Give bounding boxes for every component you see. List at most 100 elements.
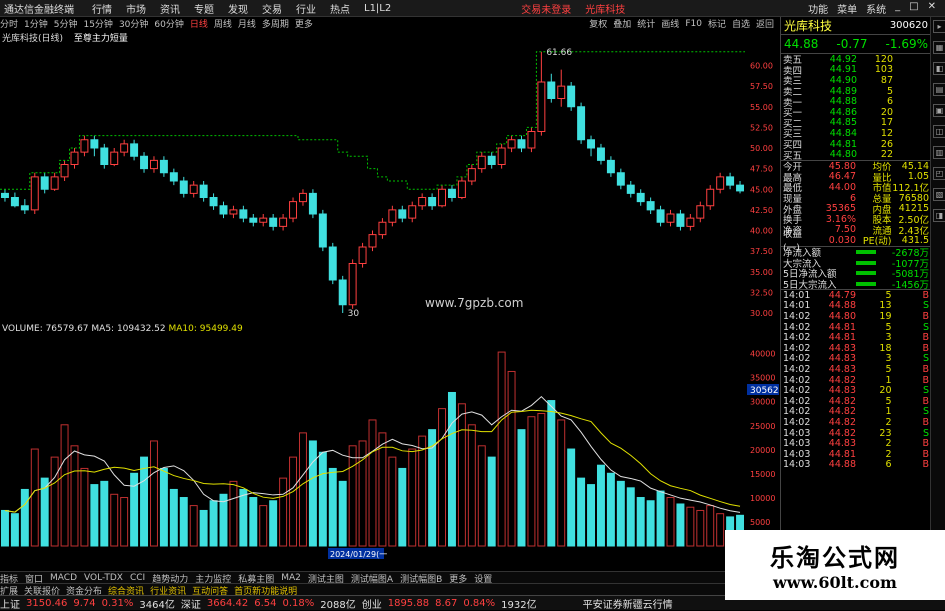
ask-row-cell: 44.90 xyxy=(829,74,857,86)
candlestick-chart[interactable]: 61.66 30 xyxy=(0,41,745,321)
tab-cci[interactable]: CCI xyxy=(130,573,145,583)
volume-bar xyxy=(418,435,427,547)
volume-tick: 30000 xyxy=(750,398,775,407)
period-multi[interactable]: 多周期 xyxy=(262,17,289,30)
tick-row-cell: S xyxy=(922,406,929,418)
volume-bar xyxy=(348,445,357,547)
tick-row-cell: B xyxy=(922,448,929,460)
tab-vol-tdx[interactable]: VOL-TDX xyxy=(84,573,123,583)
candle-body xyxy=(577,106,586,141)
tool-icon-6[interactable]: ◫ xyxy=(933,125,945,138)
volume-bar xyxy=(130,472,139,547)
tab-macd[interactable]: MACD xyxy=(50,573,77,583)
menu-system[interactable]: 系统 xyxy=(866,1,886,16)
tick-row-cell: 44.83 xyxy=(828,385,856,397)
low-price-label: 30 xyxy=(348,309,360,319)
tick-row-cell: B xyxy=(922,438,929,450)
tool-back[interactable]: 返回 xyxy=(756,17,774,30)
stat-row-cell: 45.14 xyxy=(901,160,929,172)
site-logo-watermark: 乐淘公式网 www.60lt.com xyxy=(725,530,945,600)
candle-body xyxy=(408,205,417,219)
volume-label: VOLUME: 76579.67 xyxy=(2,324,89,334)
broker-label: 平安证券新疆云行情 xyxy=(582,599,673,611)
tick-list[interactable]: 14:01 44.79 5 B 14:01 44.88 13 S 14:02 44.80 19 B 14… xyxy=(781,290,931,471)
period-daily[interactable]: 日线 xyxy=(190,17,208,30)
period-more[interactable]: 更多 xyxy=(295,17,313,30)
flow-value: -1456万 xyxy=(891,279,929,291)
candle-body xyxy=(447,188,456,198)
menu-function[interactable]: 功能 xyxy=(808,1,828,16)
menu-item-quotes[interactable]: 行情 xyxy=(92,1,112,16)
tool-draw[interactable]: 画线 xyxy=(661,17,679,30)
candle-body xyxy=(130,143,139,157)
price-tick: 57.50 xyxy=(750,82,773,91)
volume-bar xyxy=(0,509,9,547)
menu-item-level[interactable]: L1|L2 xyxy=(364,3,391,14)
tool-adjust[interactable]: 复权 xyxy=(589,17,607,30)
tick-row-cell: 44.82 xyxy=(828,427,856,439)
trade-login-status[interactable]: 交易未登录 xyxy=(521,1,571,16)
tool-icon-4[interactable]: ▤ xyxy=(933,83,945,96)
tool-icon-1[interactable]: ▸ xyxy=(933,20,945,33)
menu-item-hot[interactable]: 热点 xyxy=(330,1,350,16)
tool-icon-9[interactable]: ▧ xyxy=(933,188,945,201)
menu-menu[interactable]: 菜单 xyxy=(837,1,857,16)
candle-body xyxy=(358,246,367,264)
volume-bar xyxy=(626,487,635,547)
tab-ma2[interactable]: MA2 xyxy=(281,573,301,583)
sz-index-label[interactable]: 深证 xyxy=(181,596,201,611)
sh-index-label[interactable]: 上证 xyxy=(0,596,20,611)
maximize-icon[interactable]: □ xyxy=(909,1,918,16)
tool-stats[interactable]: 统计 xyxy=(637,17,655,30)
menu-item-industry[interactable]: 行业 xyxy=(296,1,316,16)
tool-mark[interactable]: 标记 xyxy=(708,17,726,30)
volume-bar xyxy=(90,484,99,547)
ask-row-cell: 103 xyxy=(874,64,893,76)
volume-bar xyxy=(289,456,298,547)
candle-body xyxy=(706,188,715,207)
tool-icon-5[interactable]: ▣ xyxy=(933,104,945,117)
price-tick: 50.00 xyxy=(750,144,773,153)
period-intraday[interactable]: 分时 xyxy=(0,17,18,30)
menu-item-trade[interactable]: 交易 xyxy=(262,1,282,16)
candle-body xyxy=(457,180,466,198)
period-15min[interactable]: 15分钟 xyxy=(83,17,112,30)
volume-bar xyxy=(70,445,79,547)
menu-item-discover[interactable]: 发现 xyxy=(228,1,248,16)
tool-icon-10[interactable]: ◨ xyxy=(933,209,945,222)
period-5min[interactable]: 5分钟 xyxy=(54,17,78,30)
tool-icon-2[interactable]: ▦ xyxy=(933,41,945,54)
menu-item-news[interactable]: 资讯 xyxy=(160,1,180,16)
menu-item-topics[interactable]: 专题 xyxy=(194,1,214,16)
candle-body xyxy=(0,192,9,198)
close-icon[interactable]: ✕ xyxy=(928,1,936,16)
period-weekly[interactable]: 周线 xyxy=(214,17,232,30)
volume-bar xyxy=(507,370,516,547)
tool-watchlist[interactable]: 自选 xyxy=(732,17,750,30)
candle-body xyxy=(179,180,188,194)
price-tick: 47.50 xyxy=(750,165,773,174)
volume-chart[interactable]: 400003500030000250002000015000100005000 … xyxy=(0,334,780,560)
tick-row-cell: 44.88 xyxy=(828,459,856,471)
cy-index-label[interactable]: 创业 xyxy=(362,596,382,611)
tool-icon-7[interactable]: ▥ xyxy=(933,146,945,159)
ask-row-cell: 44.91 xyxy=(829,64,857,76)
volume-bar xyxy=(159,467,168,547)
flow-label: 5日大宗流入 xyxy=(783,279,837,291)
minimize-icon[interactable]: _ xyxy=(895,1,900,16)
volume-bar xyxy=(229,480,238,547)
volume-bar xyxy=(169,488,178,547)
period-30min[interactable]: 30分钟 xyxy=(119,17,148,30)
candle-body xyxy=(209,197,218,207)
period-1min[interactable]: 1分钟 xyxy=(24,17,48,30)
period-monthly[interactable]: 月线 xyxy=(238,17,256,30)
tool-icon-8[interactable]: ◰ xyxy=(933,167,945,180)
tool-overlay[interactable]: 叠加 xyxy=(613,17,631,30)
candle-body xyxy=(199,184,208,198)
bid-row-cell: 44.80 xyxy=(829,149,857,161)
menu-item-market[interactable]: 市场 xyxy=(126,1,146,16)
tool-f10[interactable]: F10 xyxy=(685,19,702,29)
tool-icon-3[interactable]: ◧ xyxy=(933,62,945,75)
volume-bar xyxy=(269,500,278,547)
period-60min[interactable]: 60分钟 xyxy=(154,17,183,30)
